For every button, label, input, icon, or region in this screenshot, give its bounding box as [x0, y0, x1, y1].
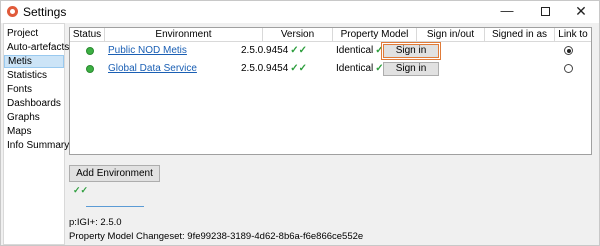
sidebar-item-maps[interactable]: Maps: [4, 125, 64, 138]
version-value: 2.5.0.9454: [241, 63, 289, 74]
property-model-value: Identical: [336, 63, 374, 74]
sign-in-button[interactable]: Sign in: [381, 42, 441, 60]
double-check-icon: ✓✓: [290, 45, 308, 56]
version-info: p:IGI+: 2.5.0: [69, 217, 122, 228]
changeset-info: Property Model Changeset: 9fe99238-3189-…: [69, 231, 364, 242]
table-row[interactable]: Public NOD Metis 2.5.0.9454✓✓ Identical✓…: [70, 42, 591, 60]
window-title: Settings: [23, 5, 67, 19]
sidebar-item-auto-artefacts[interactable]: Auto-artefacts: [4, 41, 69, 54]
double-check-icon: ✓✓: [73, 185, 89, 195]
maximize-button[interactable]: [527, 1, 563, 23]
environment-link[interactable]: Public NOD Metis: [108, 45, 187, 56]
status-ok-icon: [86, 65, 94, 73]
table-row[interactable]: Global Data Service 2.5.0.9454 ✓✓ Identic…: [70, 61, 591, 77]
minimize-button[interactable]: —: [489, 1, 525, 23]
column-header-status[interactable]: Status: [70, 28, 105, 42]
sidebar-item-statistics[interactable]: Statistics: [4, 69, 64, 82]
progress-line: [86, 206, 144, 207]
sidebar-item-fonts[interactable]: Fonts: [4, 83, 64, 96]
sidebar-item-info-summary[interactable]: Info Summary: [4, 139, 69, 152]
title-bar: Settings — ✕: [1, 1, 599, 23]
app-logo-icon: [7, 6, 18, 17]
settings-window: Settings — ✕ Project Auto-artefacts Meti…: [0, 0, 600, 246]
status-ok-icon: [86, 47, 94, 55]
column-header-version[interactable]: Version: [263, 28, 333, 42]
sidebar-item-graphs[interactable]: Graphs: [4, 111, 64, 124]
property-model-value: Identical: [336, 45, 374, 56]
column-header-sign-in-out[interactable]: Sign in/out: [417, 28, 485, 42]
column-header-signed-in-as[interactable]: Signed in as: [485, 28, 555, 42]
environment-link[interactable]: Global Data Service: [108, 63, 197, 74]
column-header-link-to[interactable]: Link to: [555, 28, 591, 42]
add-environment-button[interactable]: Add Environment: [69, 165, 160, 182]
version-value: 2.5.0.9454: [241, 45, 289, 56]
maximize-icon: [540, 7, 550, 17]
link-to-radio[interactable]: [564, 64, 573, 73]
sidebar-item-project[interactable]: Project: [4, 27, 64, 40]
settings-sidebar: Project Auto-artefacts Metis Statistics …: [3, 23, 69, 245]
sign-in-button[interactable]: Sign in: [383, 62, 439, 76]
environments-table: Status Environment Version Property Mode…: [69, 27, 592, 155]
link-to-radio[interactable]: [564, 46, 573, 55]
sidebar-item-dashboards[interactable]: Dashboards: [4, 97, 64, 110]
column-header-property-model[interactable]: Property Model: [333, 28, 417, 42]
sidebar-item-metis[interactable]: Metis: [4, 55, 64, 68]
column-header-environment[interactable]: Environment: [105, 28, 263, 42]
close-button[interactable]: ✕: [563, 1, 599, 23]
double-check-icon: ✓✓: [290, 63, 308, 74]
